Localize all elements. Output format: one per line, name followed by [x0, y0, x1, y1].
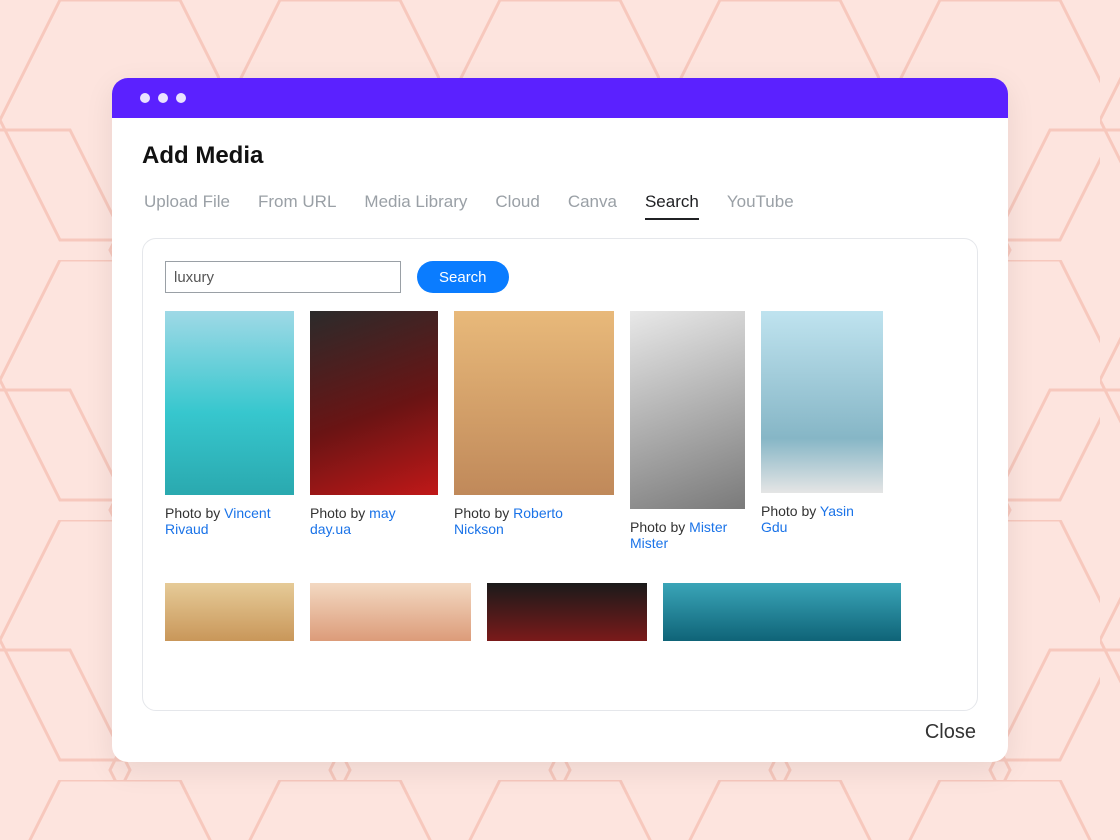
result-item[interactable]: [310, 583, 471, 641]
search-row: Search: [165, 261, 955, 293]
result-thumbnail[interactable]: [487, 583, 647, 641]
search-button[interactable]: Search: [417, 261, 509, 293]
tab-canva[interactable]: Canva: [568, 192, 617, 220]
photo-credit: Photo by may day.ua: [310, 505, 438, 537]
result-item[interactable]: Photo by may day.ua: [310, 311, 438, 537]
result-thumbnail[interactable]: [630, 311, 745, 509]
result-thumbnail[interactable]: [663, 583, 901, 641]
search-input[interactable]: [165, 261, 401, 293]
modal-window: Add Media Upload File From URL Media Libra…: [112, 78, 1008, 762]
result-thumbnail[interactable]: [761, 311, 883, 493]
result-thumbnail[interactable]: [310, 311, 438, 495]
tab-search[interactable]: Search: [645, 192, 699, 220]
result-thumbnail[interactable]: [165, 311, 294, 495]
tab-youtube[interactable]: YouTube: [727, 192, 794, 220]
result-thumbnail[interactable]: [454, 311, 614, 495]
titlebar: [112, 78, 1008, 118]
credit-prefix: Photo by: [310, 505, 369, 521]
close-button[interactable]: Close: [925, 721, 976, 744]
photo-credit: Photo by Yasin Gdu: [761, 503, 883, 535]
result-item[interactable]: Photo by Roberto Nickson: [454, 311, 614, 537]
result-item[interactable]: Photo by Yasin Gdu: [761, 311, 883, 535]
photo-credit: Photo by Mister Mister: [630, 519, 745, 551]
results-grid: Photo by Vincent Rivaud Photo by may day.…: [165, 311, 955, 641]
credit-prefix: Photo by: [630, 519, 689, 535]
result-thumbnail[interactable]: [310, 583, 471, 641]
photo-credit: Photo by Vincent Rivaud: [165, 505, 294, 537]
result-item[interactable]: Photo by Vincent Rivaud: [165, 311, 294, 537]
tab-bar: Upload File From URL Media Library Cloud Can…: [144, 192, 978, 220]
credit-prefix: Photo by: [454, 505, 513, 521]
result-item[interactable]: Photo by Mister Mister: [630, 311, 745, 551]
search-panel: Search Photo by Vincent Rivaud Photo by m…: [142, 238, 978, 711]
tab-upload-file[interactable]: Upload File: [144, 192, 230, 220]
result-item[interactable]: [165, 583, 294, 641]
modal-title: Add Media: [142, 142, 978, 170]
photo-credit: Photo by Roberto Nickson: [454, 505, 614, 537]
window-control-dot[interactable]: [176, 93, 186, 103]
tab-cloud[interactable]: Cloud: [495, 192, 539, 220]
window-control-dot[interactable]: [158, 93, 168, 103]
credit-prefix: Photo by: [165, 505, 224, 521]
result-item[interactable]: [663, 583, 901, 641]
modal-footer: Close: [142, 711, 978, 744]
tab-from-url[interactable]: From URL: [258, 192, 336, 220]
window-control-dot[interactable]: [140, 93, 150, 103]
credit-prefix: Photo by: [761, 503, 820, 519]
modal-content: Add Media Upload File From URL Media Libra…: [112, 118, 1008, 762]
result-item[interactable]: [487, 583, 647, 641]
tab-media-library[interactable]: Media Library: [364, 192, 467, 220]
result-thumbnail[interactable]: [165, 583, 294, 641]
